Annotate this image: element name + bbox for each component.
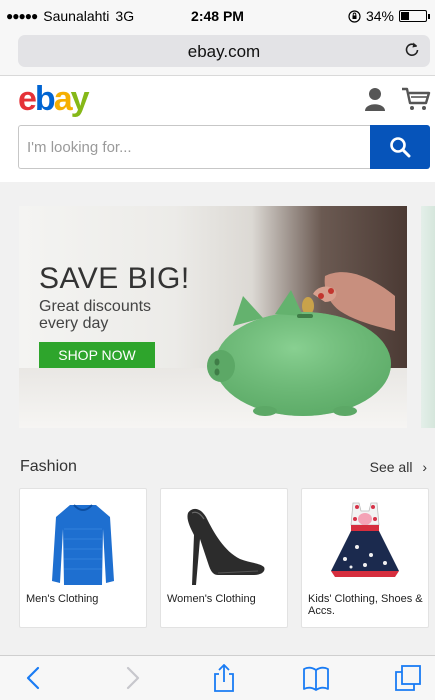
category-image bbox=[302, 499, 428, 591]
category-card-mens-clothing[interactable]: Men's Clothing bbox=[19, 488, 147, 628]
category-image bbox=[20, 499, 146, 591]
reload-icon[interactable] bbox=[404, 40, 420, 63]
address-bar[interactable]: ebay.com bbox=[18, 35, 430, 67]
next-banner-preview[interactable] bbox=[421, 206, 435, 428]
shop-now-button[interactable]: SHOP NOW bbox=[39, 342, 155, 368]
battery-level bbox=[401, 12, 409, 20]
search-input[interactable] bbox=[18, 125, 370, 169]
chevron-right-icon: › bbox=[422, 459, 427, 475]
status-bar: ●●●●● Saunalahti 3G 2:48 PM 34% bbox=[0, 0, 435, 30]
cart-icon[interactable] bbox=[401, 87, 431, 111]
orientation-lock-icon bbox=[348, 9, 361, 23]
site-header: ebay bbox=[0, 77, 435, 182]
search-icon bbox=[390, 137, 411, 158]
forward-icon[interactable] bbox=[118, 664, 146, 692]
category-image bbox=[161, 499, 287, 591]
battery-info: 34% bbox=[348, 8, 430, 24]
main-content: SAVE BIG! Great discounts every day SHOP… bbox=[0, 182, 435, 655]
battery-icon bbox=[399, 10, 430, 22]
piggy-bank-image bbox=[207, 272, 395, 416]
womens-shoe-image bbox=[187, 508, 265, 585]
browser-address-area: ebay.com bbox=[0, 30, 435, 76]
banner-headline: SAVE BIG! bbox=[39, 262, 190, 295]
battery-percent: 34% bbox=[365, 8, 394, 24]
category-card-womens-clothing[interactable]: Women's Clothing bbox=[160, 488, 288, 628]
category-label: Kids' Clothing, Shoes & Accs. bbox=[308, 593, 423, 617]
tabs-icon[interactable] bbox=[394, 664, 422, 692]
mens-sweater-image bbox=[52, 504, 114, 585]
promo-banner[interactable]: SAVE BIG! Great discounts every day SHOP… bbox=[19, 206, 407, 428]
search-bar bbox=[18, 125, 430, 169]
search-button[interactable] bbox=[370, 125, 430, 169]
see-all-link[interactable]: See all › bbox=[370, 459, 427, 475]
ebay-logo[interactable]: ebay bbox=[18, 80, 90, 119]
browser-toolbar bbox=[0, 655, 435, 700]
back-icon[interactable] bbox=[20, 664, 48, 692]
category-card-kids-clothing[interactable]: Kids' Clothing, Shoes & Accs. bbox=[301, 488, 429, 628]
kids-dress-image bbox=[331, 502, 399, 577]
section-title: Fashion bbox=[20, 458, 77, 475]
category-label: Men's Clothing bbox=[26, 593, 99, 605]
banner-subtext: Great discounts every day bbox=[39, 298, 152, 332]
bookmarks-icon[interactable] bbox=[302, 664, 330, 692]
url-text: ebay.com bbox=[187, 42, 261, 61]
see-all-label: See all bbox=[369, 459, 413, 475]
user-icon[interactable] bbox=[364, 87, 386, 111]
share-icon[interactable] bbox=[210, 664, 238, 692]
category-label: Women's Clothing bbox=[167, 593, 256, 605]
